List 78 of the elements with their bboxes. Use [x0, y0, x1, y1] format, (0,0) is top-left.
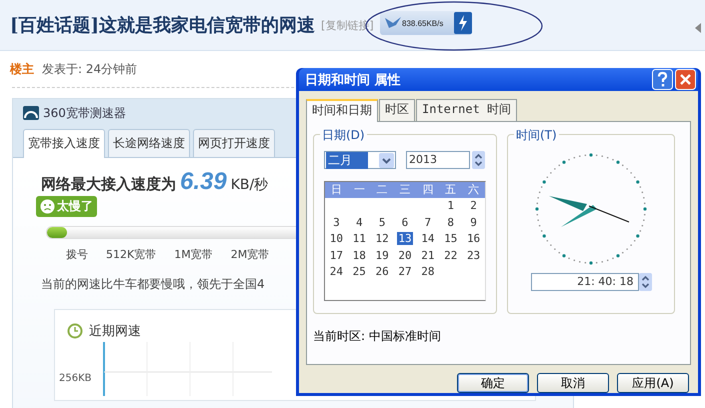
calendar-day[interactable]: 7	[416, 214, 440, 231]
calendar-day[interactable]: 24	[325, 264, 348, 280]
history-title: 近期网速	[89, 323, 141, 340]
weekday-label: 二	[376, 182, 389, 198]
scale-label: 2M宽带	[230, 247, 270, 262]
speed-tab[interactable]: 宽带接入速度	[23, 129, 105, 158]
speed-widget[interactable]: 838.65KB/s	[380, 11, 472, 35]
dialog-tab[interactable]: 时间和日期	[306, 99, 378, 122]
spinner-icon[interactable]	[638, 273, 652, 291]
calendar-day[interactable]: 23	[462, 248, 485, 264]
calendar-day[interactable]: 3	[325, 214, 348, 231]
calendar-day[interactable]: 27	[394, 264, 416, 280]
scale-label: 拨号	[66, 247, 88, 262]
weekday-label: 日	[330, 182, 343, 198]
calendar-day[interactable]: 1	[439, 198, 462, 214]
calendar-day[interactable]: 4	[348, 214, 371, 231]
bird-icon	[384, 16, 402, 30]
calendar-day[interactable]: 16	[462, 231, 485, 248]
dialog-tab[interactable]: 时区	[379, 99, 415, 121]
post-title: [百姓话题]这就是我家电信宽带的网速	[10, 14, 316, 37]
calendar-day[interactable]: 6	[394, 214, 416, 231]
date-group-label: 日期(D)	[320, 127, 367, 144]
speed-comment: 当前的网速比牛车都要慢哦，领先于全国4	[41, 276, 266, 293]
calendar-day[interactable]: 26	[370, 264, 394, 280]
calendar-day[interactable]: 10	[325, 231, 348, 248]
speed-tab[interactable]: 网页打开速度	[193, 129, 275, 157]
calendar-day[interactable]: 25	[348, 264, 371, 280]
weekday-label: 一	[352, 182, 366, 198]
weekday-label: 三	[398, 182, 412, 198]
calendar-day[interactable]: 18	[348, 248, 371, 264]
calendar-day[interactable]: 22	[439, 248, 462, 264]
calendar-day[interactable]: 14	[416, 231, 440, 248]
calendar-day[interactable]: 8	[439, 214, 462, 231]
calendar-day[interactable]: 21	[416, 248, 440, 264]
speed-tab[interactable]: 长途网络速度	[108, 129, 190, 157]
weekday-label: 四	[421, 182, 434, 198]
year-field[interactable]: 2013	[406, 151, 470, 169]
author-label: 楼主	[10, 60, 34, 78]
close-icon[interactable]	[675, 69, 696, 90]
rating-badge: 太慢了	[36, 196, 97, 217]
month-dropdown[interactable]: 二月	[324, 151, 396, 169]
calendar-day[interactable]: 15	[439, 231, 462, 248]
speed-reading: 838.65KB/s	[402, 18, 444, 28]
scroll-left-icon[interactable]	[693, 22, 703, 34]
weekday-label: 六	[467, 182, 480, 198]
timezone-text: 当前时区: 中国标准时间	[313, 328, 442, 345]
dialog-button[interactable]: 取消	[537, 373, 609, 393]
weekday-label: 五	[444, 182, 458, 198]
calendar-day[interactable]: 20	[394, 248, 416, 264]
result-label: 网络最大接入速度为	[41, 175, 176, 194]
time-field[interactable]: 21: 40: 18	[530, 273, 638, 291]
lightning-icon	[454, 12, 472, 34]
scale-label: 512K宽带	[106, 247, 156, 262]
sad-face-icon	[40, 199, 55, 214]
calendar-day[interactable]: 12	[370, 231, 394, 248]
calendar-day[interactable]: 28	[416, 264, 440, 280]
clock-icon	[67, 323, 83, 339]
calendar-day[interactable]: 9	[462, 214, 485, 231]
axis-label: 256KB	[58, 373, 93, 384]
result-unit: KB/秒	[230, 176, 268, 194]
calendar-day[interactable]: 2	[462, 198, 485, 214]
scale-label: 1M宽带	[174, 247, 213, 262]
window-title: 日期和时间 属性	[305, 72, 402, 88]
dialog-button[interactable]: 应用(A)	[617, 373, 689, 393]
calendar-day[interactable]: 17	[325, 248, 348, 264]
help-icon[interactable]	[652, 69, 673, 90]
result-value: 6.39	[180, 168, 227, 196]
dialog-button[interactable]: 确定	[457, 373, 529, 393]
calendar-day[interactable]: 11	[348, 231, 371, 248]
post-time: 发表于: 24分钟前	[42, 60, 138, 78]
time-group-label: 时间(T)	[514, 127, 559, 144]
app-name: 360宽带测速器	[43, 104, 126, 122]
calendar-day[interactable]: 5	[370, 214, 394, 231]
dropdown-icon	[379, 152, 394, 168]
spinner-icon[interactable]	[472, 151, 485, 169]
calendar-day[interactable]: 19	[370, 248, 394, 264]
gauge-icon	[23, 106, 39, 120]
dialog-tab[interactable]: Internet 时间	[416, 99, 518, 121]
